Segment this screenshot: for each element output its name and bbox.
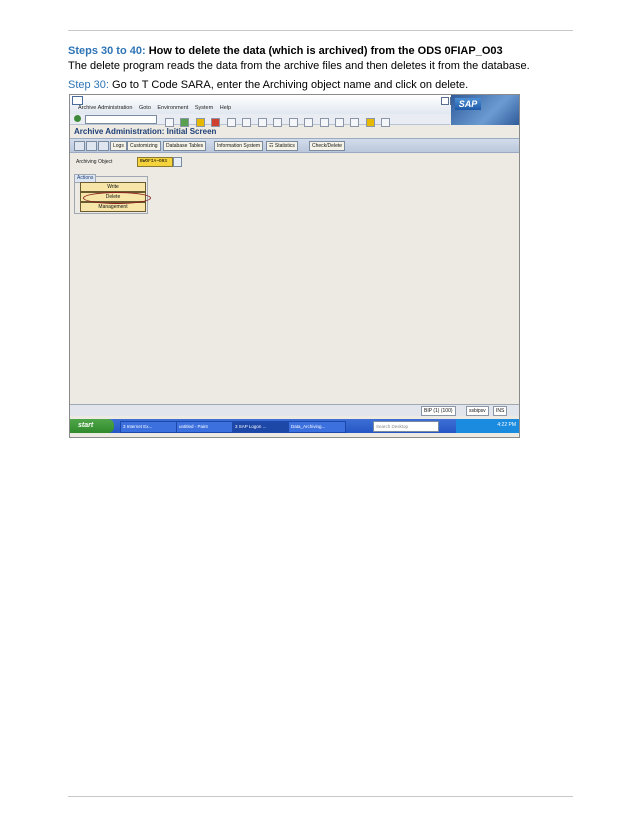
page-bottom-rule xyxy=(68,796,573,797)
archiving-object-input[interactable]: BWOFIA~O03 xyxy=(137,157,173,167)
sap-logo: SAP xyxy=(451,95,519,125)
help-icon[interactable] xyxy=(365,118,375,127)
info-icon[interactable] xyxy=(86,141,97,151)
document-step: Step 30: Go to T Code SARA, enter the Ar… xyxy=(68,79,468,91)
menu-help[interactable]: Help xyxy=(220,105,231,111)
previous-page-icon[interactable] xyxy=(288,118,298,127)
check-delete-button[interactable]: Check/Delete xyxy=(309,141,346,151)
document-subheading: The delete program reads the data from t… xyxy=(68,60,530,72)
status-system: BIP (1) (100) xyxy=(421,406,456,416)
screen-title: Archive Administration: Initial Screen xyxy=(74,127,217,136)
write-button[interactable]: Write xyxy=(80,182,146,192)
status-server: ssbipsv xyxy=(466,406,489,416)
archiving-object-label: Archiving Object xyxy=(76,159,113,165)
shortcut-icon[interactable] xyxy=(350,118,360,127)
tool-icon[interactable] xyxy=(74,141,85,151)
menu-environment[interactable]: Environment xyxy=(157,105,188,111)
statistics-button[interactable]: ☶ Statistics xyxy=(266,141,298,151)
value-help-icon[interactable] xyxy=(173,157,182,167)
customizing-button[interactable]: Customizing xyxy=(127,141,161,151)
task-internet-explorer[interactable]: 3 Internet Ex... xyxy=(120,421,178,433)
application-toolbar: Logs Customizing Database Tables Informa… xyxy=(70,138,519,153)
standard-toolbar xyxy=(70,114,450,127)
logs-button[interactable]: Logs xyxy=(110,141,127,151)
status-bar: BIP (1) (100) ssbipsv INS xyxy=(70,404,519,416)
task-sap-logon[interactable]: 3 SAP Logon ... xyxy=(232,421,290,433)
database-icon[interactable] xyxy=(98,141,109,151)
cancel-icon[interactable] xyxy=(211,118,221,127)
task-data-archiving[interactable]: Data_Archiving... xyxy=(288,421,346,433)
enter-icon[interactable] xyxy=(74,115,81,122)
delete-highlight-circle xyxy=(83,192,151,204)
exit-icon[interactable] xyxy=(195,118,205,127)
next-page-icon[interactable] xyxy=(304,118,314,127)
system-tray: 4:22 PM xyxy=(456,419,519,433)
find-icon[interactable] xyxy=(242,118,252,127)
step-text: Go to T Code SARA, enter the Archiving o… xyxy=(112,79,469,91)
first-page-icon[interactable] xyxy=(273,118,283,127)
menu-archive-administration[interactable]: Archive Administration xyxy=(78,105,132,111)
information-system-button[interactable]: Information System xyxy=(214,141,264,151)
menu-system[interactable]: System xyxy=(195,105,213,111)
command-field[interactable] xyxy=(85,115,157,124)
print-icon[interactable] xyxy=(226,118,236,127)
heading-text: How to delete the data (which is archive… xyxy=(148,45,503,57)
save-icon[interactable] xyxy=(165,118,174,127)
last-page-icon[interactable] xyxy=(319,118,329,127)
heading-lead: Steps 30 to 40: xyxy=(68,45,146,57)
step-lead: Step 30: xyxy=(68,79,109,91)
sap-logo-mark: SAP xyxy=(455,98,481,110)
document-heading: Steps 30 to 40: How to delete the data (… xyxy=(68,45,503,57)
find-next-icon[interactable] xyxy=(257,118,267,127)
task-paint[interactable]: untitled - Paint xyxy=(176,421,234,433)
minimize-icon[interactable] xyxy=(441,97,449,105)
clock: 4:22 PM xyxy=(497,422,516,428)
start-button[interactable]: start xyxy=(70,419,114,433)
search-desktop-input[interactable]: Search Desktop xyxy=(373,421,439,432)
status-mode: INS xyxy=(493,406,508,416)
menu-list: Archive Administration Goto Environment … xyxy=(78,105,236,111)
new-session-icon[interactable] xyxy=(334,118,344,127)
back-icon[interactable] xyxy=(180,118,190,127)
database-tables-button[interactable]: Database Tables xyxy=(163,141,207,151)
sap-screenshot: Archive Administration Goto Environment … xyxy=(69,94,520,438)
menu-goto[interactable]: Goto xyxy=(139,105,151,111)
layout-icon[interactable] xyxy=(381,118,391,127)
system-menu-icon[interactable] xyxy=(72,96,83,105)
page-top-rule xyxy=(68,30,573,31)
statistics-label: Statistics xyxy=(274,143,295,149)
windows-taskbar: start 3 Internet Ex... untitled - Paint … xyxy=(70,419,519,433)
